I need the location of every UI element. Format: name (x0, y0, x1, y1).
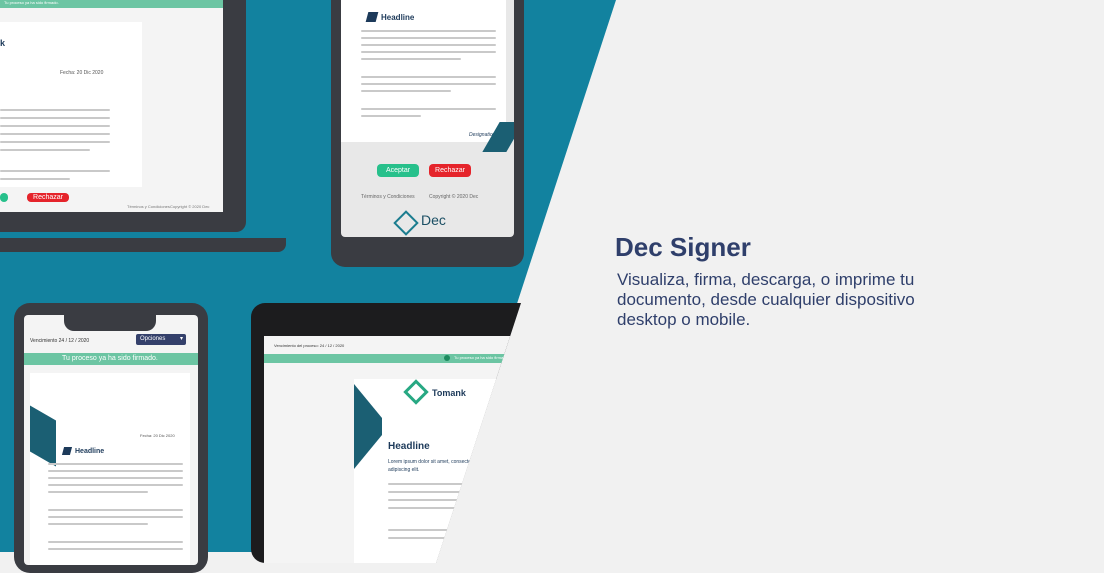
text-line (48, 484, 183, 486)
text-line (0, 133, 110, 135)
reject-button[interactable]: Rechazar (429, 164, 471, 177)
text-line (0, 178, 70, 180)
text-line (388, 507, 478, 509)
text-line (0, 149, 90, 151)
text-line (48, 463, 183, 465)
status-text: Tu proceso ya ha sido firmado. (62, 355, 158, 362)
check-icon (444, 355, 450, 361)
text-line (361, 90, 451, 92)
document-date: Fecha: 20 Dic 2020 (140, 433, 175, 438)
laptop-screen: Tu proceso ya ha sido firmado. k Fecha: … (0, 0, 223, 212)
text-line (48, 509, 183, 511)
status-text: Tu proceso ya ha sido firmado. (454, 355, 509, 360)
logo-fragment: k (0, 38, 6, 48)
tomank-logo-icon (403, 379, 429, 405)
process-label: Vencimiento del proceso: 24 / 12 / 2020 (274, 343, 345, 348)
headline: Headline (75, 448, 105, 455)
hero-title: Dec Signer (615, 232, 751, 262)
headline-mark-icon (365, 12, 379, 22)
text-line (48, 523, 148, 525)
brand-name: Tomank (432, 388, 466, 398)
monitor-bottom: Vencimiento del proceso: 24 / 12 / 2020 … (251, 303, 521, 563)
text-line (48, 470, 183, 472)
text-line (361, 108, 496, 110)
status-bar: Tu proceso ya ha sido firmado. (24, 353, 198, 365)
corner-decoration (354, 384, 382, 469)
status-text: Tu proceso ya ha sido firmado. (4, 0, 59, 5)
footer-copyright: Copyright © 2020 Dec (170, 204, 210, 209)
text-line (48, 541, 183, 543)
monitor-screen: Vencimiento del proceso: 24 / 12 / 2020 … (264, 336, 521, 563)
text-line (0, 117, 110, 119)
document-date: Fecha: 20 Dic 2020 (60, 70, 104, 76)
text-line (0, 141, 110, 143)
corner-decoration (30, 405, 56, 467)
dec-logo-text: Dec (421, 212, 446, 228)
text-line (48, 548, 183, 550)
headline: Headline (388, 441, 430, 452)
text-line (361, 51, 496, 53)
document-page: k Fecha: 20 Dic 2020 (0, 22, 142, 187)
text-line (361, 115, 421, 117)
footer-copyright: Copyright © 2020 Dec (429, 194, 479, 200)
document-page: Tomank Headline Lorem ipsum dolor sit am… (354, 379, 521, 563)
accept-button[interactable] (0, 193, 8, 202)
text-line (361, 44, 496, 46)
headline-mark-icon (61, 447, 73, 455)
text-line (361, 37, 496, 39)
document-page: Fecha: 20 Dic 2020 Headline (30, 373, 190, 565)
text-line (388, 483, 478, 485)
text-line (361, 30, 496, 32)
text-line (361, 83, 496, 85)
expiry-label: Vencimiento 24 / 12 / 2020 (30, 338, 90, 344)
reject-button[interactable]: Rechazar (27, 193, 69, 202)
document-page: Headline Designation (341, 0, 514, 152)
options-dropdown[interactable]: Opciones ▾ (136, 334, 186, 345)
text-line (388, 499, 478, 501)
chevron-down-icon: ▾ (179, 336, 183, 342)
accept-button[interactable]: Aceptar (377, 164, 419, 177)
laptop-base (0, 238, 286, 252)
tablet-top: Headline Designation Aceptar Rechazar Té… (331, 0, 524, 267)
status-bar: Tu proceso ya ha sido firmado. (0, 0, 223, 8)
text-line (388, 529, 478, 531)
phone-screen: Vencimiento 24 / 12 / 2020 Opciones ▾ Tu… (24, 315, 198, 565)
text-line (388, 491, 478, 493)
phone-notch (64, 311, 156, 331)
text-line (0, 109, 110, 111)
text-line (48, 477, 183, 479)
text-line (0, 170, 110, 172)
phone-bottom: Vencimiento 24 / 12 / 2020 Opciones ▾ Tu… (14, 303, 208, 573)
text-line (48, 516, 183, 518)
footer-terms[interactable]: Términos y Condiciones (127, 204, 170, 209)
headline: Headline (381, 13, 415, 22)
text-line (0, 125, 110, 127)
footer-terms[interactable]: Términos y Condiciones (361, 194, 415, 200)
options-label: Opciones (140, 336, 166, 342)
status-bar: Tu proceso ya ha sido firmado. (264, 354, 521, 363)
text-line (361, 58, 461, 60)
text-line (361, 76, 496, 78)
text-line (388, 537, 478, 539)
laptop-top-left: Tu proceso ya ha sido firmado. k Fecha: … (0, 0, 246, 232)
text-line (48, 491, 148, 493)
tablet-screen: Headline Designation Aceptar Rechazar Té… (341, 0, 514, 237)
dec-logo-icon (393, 210, 419, 236)
hero-description: Visualiza, firma, descarga, o imprime tu… (617, 270, 915, 329)
lorem-text: Lorem ipsum dolor sit amet, consectetur … (388, 459, 477, 473)
